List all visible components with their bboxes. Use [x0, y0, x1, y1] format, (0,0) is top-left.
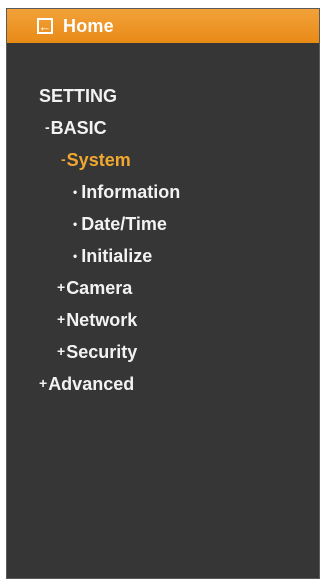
menu-basic-label: BASIC — [50, 118, 107, 138]
settings-nav-panel: ← Home SETTING -BASIC -System • Informati… — [6, 8, 320, 579]
menu-item-initialize-label: Initialize — [81, 246, 153, 266]
bullet-icon: • — [73, 185, 78, 199]
menu-item-initialize[interactable]: • Initialize — [73, 243, 152, 269]
menu-system-label: System — [66, 150, 131, 170]
menu-camera[interactable]: +Camera — [57, 275, 132, 301]
menu-advanced-label: Advanced — [48, 374, 135, 394]
expand-icon: + — [57, 311, 66, 327]
menu-item-date-time-label: Date/Time — [81, 214, 167, 234]
menu-security-label: Security — [66, 342, 138, 362]
back-arrow-icon: ← — [37, 18, 53, 34]
menu-network-label: Network — [66, 310, 138, 330]
collapse-icon: - — [61, 151, 66, 167]
home-button[interactable]: ← Home — [7, 9, 319, 43]
menu-camera-label: Camera — [66, 278, 133, 298]
expand-icon: + — [57, 343, 66, 359]
bullet-icon: • — [73, 249, 78, 263]
collapse-icon: - — [45, 119, 50, 135]
menu-network[interactable]: +Network — [57, 307, 137, 333]
menu-security[interactable]: +Security — [57, 339, 137, 365]
expand-icon: + — [57, 279, 66, 295]
expand-icon: + — [39, 375, 48, 391]
menu-item-information-label: Information — [81, 182, 181, 202]
menu-item-information[interactable]: • Information — [73, 179, 180, 205]
section-setting: SETTING — [39, 83, 117, 109]
bullet-icon: • — [73, 217, 78, 231]
setting-label: SETTING — [39, 86, 118, 106]
menu-basic[interactable]: -BASIC — [45, 115, 107, 141]
home-label: Home — [63, 15, 114, 36]
menu-advanced[interactable]: +Advanced — [39, 371, 134, 397]
menu-system[interactable]: -System — [61, 147, 131, 173]
menu-item-date-time[interactable]: • Date/Time — [73, 211, 167, 237]
